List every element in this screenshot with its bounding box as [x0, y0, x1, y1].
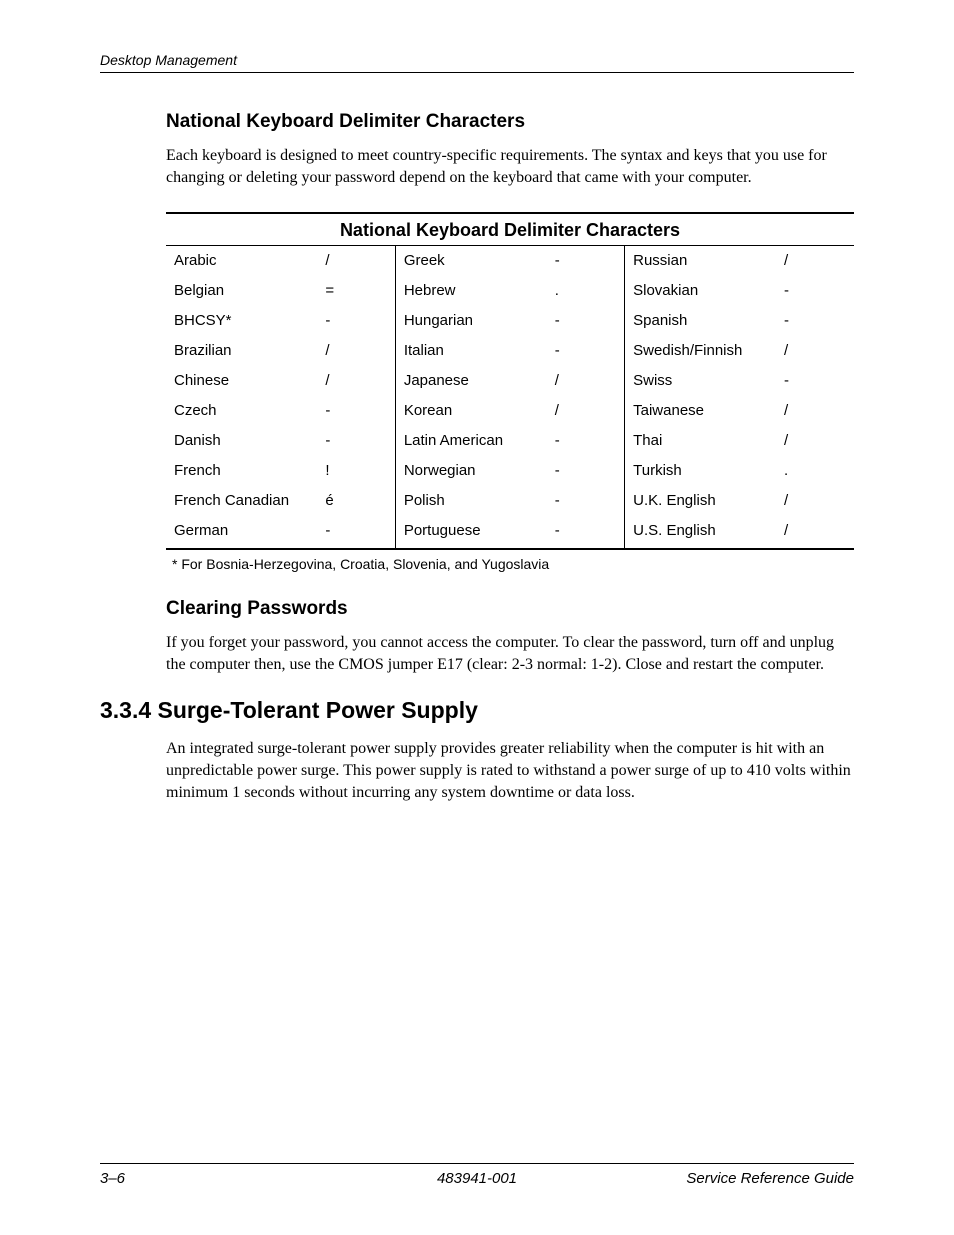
lang-cell: Korean [395, 396, 546, 426]
main-content: National Keyboard Delimiter Characters E… [166, 111, 854, 675]
page-header: Desktop Management [100, 52, 854, 73]
delim-cell: / [317, 366, 395, 396]
lang-cell: Russian [625, 246, 776, 276]
footer-left: 3–6 [100, 1170, 125, 1187]
lang-cell: Spanish [625, 306, 776, 336]
table-title: National Keyboard Delimiter Characters [166, 212, 854, 246]
lang-cell: U.K. English [625, 486, 776, 516]
delim-cell: - [317, 396, 395, 426]
page-footer: 483941-001 3–6 Service Reference Guide [100, 1163, 854, 1187]
keyboard-table: Arabic/Greek-Russian/Belgian=Hebrew.Slov… [166, 246, 854, 550]
lang-cell: Hungarian [395, 306, 546, 336]
lang-cell: Latin American [395, 426, 546, 456]
lang-cell: Turkish [625, 456, 776, 486]
lang-cell: Japanese [395, 366, 546, 396]
lang-cell: Norwegian [395, 456, 546, 486]
lang-cell: Arabic [166, 246, 317, 276]
table-row: Danish-Latin American-Thai/ [166, 426, 854, 456]
section-heading-surge: 3.3.4 Surge-Tolerant Power Supply [100, 697, 854, 724]
footer-right: Service Reference Guide [686, 1170, 854, 1187]
delim-cell: . [776, 456, 854, 486]
table-row: Brazilian/Italian-Swedish/Finnish/ [166, 336, 854, 366]
table-footnote: * For Bosnia-Herzegovina, Croatia, Slove… [166, 556, 854, 572]
delim-cell: - [317, 306, 395, 336]
delim-cell: - [547, 336, 625, 366]
delim-cell: / [776, 246, 854, 276]
delim-cell: - [776, 366, 854, 396]
delim-cell: / [776, 486, 854, 516]
lang-cell: Swedish/Finnish [625, 336, 776, 366]
delim-cell: - [547, 246, 625, 276]
lang-cell: German [166, 516, 317, 549]
lang-cell: BHCSY* [166, 306, 317, 336]
delim-cell: . [547, 276, 625, 306]
delim-cell: - [317, 426, 395, 456]
table-row: Chinese/Japanese/Swiss- [166, 366, 854, 396]
delim-cell: - [776, 276, 854, 306]
delim-cell: é [317, 486, 395, 516]
lang-cell: Taiwanese [625, 396, 776, 426]
lang-cell: Italian [395, 336, 546, 366]
delim-cell: / [776, 426, 854, 456]
section-heading-keyboard: National Keyboard Delimiter Characters [166, 111, 854, 133]
delim-cell: / [317, 246, 395, 276]
lang-cell: Czech [166, 396, 317, 426]
lang-cell: French [166, 456, 317, 486]
delim-cell: / [776, 516, 854, 549]
lang-cell: Belgian [166, 276, 317, 306]
lang-cell: Portuguese [395, 516, 546, 549]
table-row: BHCSY*-Hungarian-Spanish- [166, 306, 854, 336]
table-row: German-Portuguese-U.S. English/ [166, 516, 854, 549]
delim-cell: - [547, 426, 625, 456]
table-row: French CanadianéPolish-U.K. English/ [166, 486, 854, 516]
lang-cell: Brazilian [166, 336, 317, 366]
lang-cell: Greek [395, 246, 546, 276]
lang-cell: French Canadian [166, 486, 317, 516]
lang-cell: Thai [625, 426, 776, 456]
surge-content: An integrated surge-tolerant power suppl… [166, 738, 854, 803]
delim-cell: - [547, 486, 625, 516]
delim-cell: ! [317, 456, 395, 486]
section-heading-clearing: Clearing Passwords [166, 598, 854, 620]
lang-cell: Chinese [166, 366, 317, 396]
delim-cell: - [547, 456, 625, 486]
table-row: Belgian=Hebrew.Slovakian- [166, 276, 854, 306]
delim-cell: / [547, 396, 625, 426]
delim-cell: / [776, 336, 854, 366]
table-row: French!Norwegian-Turkish. [166, 456, 854, 486]
lang-cell: Danish [166, 426, 317, 456]
section-para-clearing: If you forget your password, you cannot … [166, 632, 854, 675]
delim-cell: / [776, 396, 854, 426]
section-para-surge: An integrated surge-tolerant power suppl… [166, 738, 854, 803]
lang-cell: Hebrew [395, 276, 546, 306]
delim-cell: - [317, 516, 395, 549]
table-row: Czech-Korean/Taiwanese/ [166, 396, 854, 426]
table-row: Arabic/Greek-Russian/ [166, 246, 854, 276]
delim-cell: - [547, 516, 625, 549]
delim-cell: / [547, 366, 625, 396]
lang-cell: U.S. English [625, 516, 776, 549]
lang-cell: Polish [395, 486, 546, 516]
delim-cell: - [547, 306, 625, 336]
section-para-keyboard: Each keyboard is designed to meet countr… [166, 145, 854, 188]
lang-cell: Slovakian [625, 276, 776, 306]
lang-cell: Swiss [625, 366, 776, 396]
delim-cell: - [776, 306, 854, 336]
delim-cell: / [317, 336, 395, 366]
delim-cell: = [317, 276, 395, 306]
keyboard-table-wrap: National Keyboard Delimiter Characters A… [166, 212, 854, 550]
